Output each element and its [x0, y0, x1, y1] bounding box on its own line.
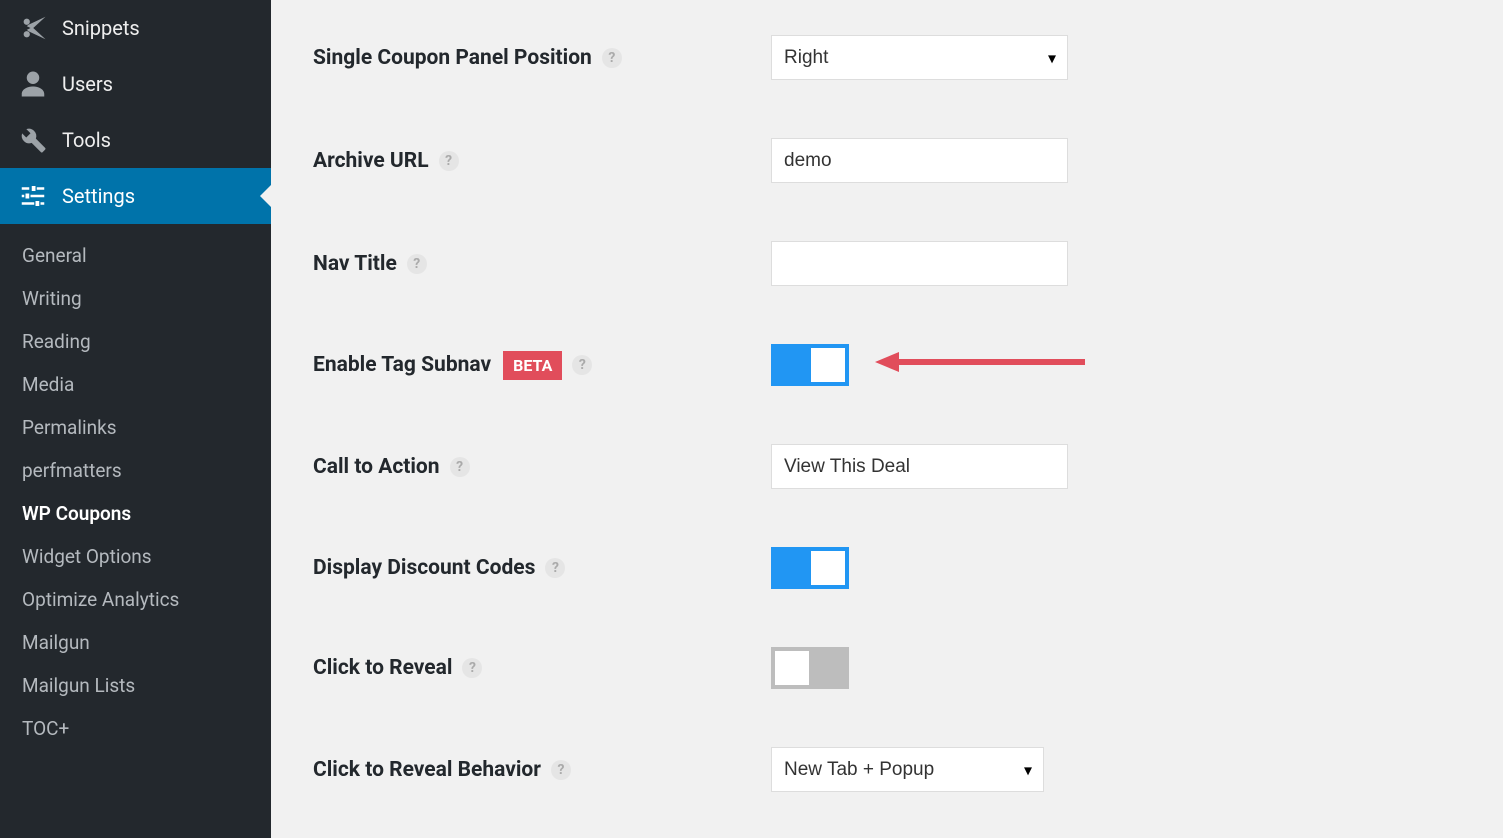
- sub-item-wp-coupons[interactable]: WP Coupons: [0, 492, 271, 535]
- wrench-icon: [18, 125, 48, 155]
- settings-form: Single Coupon Panel Position ? Right Arc…: [271, 0, 1503, 838]
- help-icon[interactable]: ?: [545, 558, 565, 578]
- label-click-to-reveal-behavior: Click to Reveal Behavior ?: [313, 758, 771, 782]
- label-text: Enable Tag Subnav: [313, 353, 491, 377]
- sub-item-mailgun[interactable]: Mailgun: [0, 621, 271, 664]
- beta-badge: BETA: [503, 351, 562, 380]
- sub-item-mailgun-lists[interactable]: Mailgun Lists: [0, 664, 271, 707]
- sub-item-widget-options[interactable]: Widget Options: [0, 535, 271, 578]
- toggle-click-to-reveal[interactable]: [771, 647, 849, 689]
- sub-item-writing[interactable]: Writing: [0, 277, 271, 320]
- input-archive-url[interactable]: [771, 138, 1068, 183]
- label-display-discount-codes: Display Discount Codes ?: [313, 556, 771, 580]
- label-text: Nav Title: [313, 252, 397, 276]
- toggle-enable-tag-subnav[interactable]: [771, 344, 849, 386]
- sub-item-perfmatters[interactable]: perfmatters: [0, 449, 271, 492]
- nav-settings[interactable]: Settings: [0, 168, 271, 224]
- scissors-icon: [18, 13, 48, 43]
- sliders-icon: [18, 181, 48, 211]
- nav-item-label: Tools: [62, 128, 111, 152]
- select-coupon-panel-position[interactable]: Right: [771, 35, 1068, 80]
- label-text: Click to Reveal: [313, 656, 452, 680]
- nav-item-label: Snippets: [62, 16, 140, 40]
- nav-snippets[interactable]: Snippets: [0, 0, 271, 56]
- help-icon[interactable]: ?: [572, 355, 592, 375]
- nav-item-label: Settings: [62, 184, 135, 208]
- input-call-to-action[interactable]: [771, 444, 1068, 489]
- sub-item-media[interactable]: Media: [0, 363, 271, 406]
- help-icon[interactable]: ?: [450, 457, 470, 477]
- sub-item-permalinks[interactable]: Permalinks: [0, 406, 271, 449]
- label-enable-tag-subnav: Enable Tag Subnav BETA ?: [313, 351, 771, 380]
- nav-tools[interactable]: Tools: [0, 112, 271, 168]
- help-icon[interactable]: ?: [407, 254, 427, 274]
- label-archive-url: Archive URL ?: [313, 149, 771, 173]
- settings-submenu: General Writing Reading Media Permalinks…: [0, 224, 271, 770]
- admin-sidebar: Snippets Users Tools Settings General Wr…: [0, 0, 271, 838]
- nav-users[interactable]: Users: [0, 56, 271, 112]
- sub-item-general[interactable]: General: [0, 234, 271, 277]
- user-icon: [18, 69, 48, 99]
- sub-item-optimize-analytics[interactable]: Optimize Analytics: [0, 578, 271, 621]
- sub-item-reading[interactable]: Reading: [0, 320, 271, 363]
- help-icon[interactable]: ?: [462, 658, 482, 678]
- input-nav-title[interactable]: [771, 241, 1068, 286]
- select-click-to-reveal-behavior[interactable]: New Tab + Popup: [771, 747, 1044, 792]
- label-text: Call to Action: [313, 455, 440, 479]
- help-icon[interactable]: ?: [602, 48, 622, 68]
- help-icon[interactable]: ?: [439, 151, 459, 171]
- label-coupon-panel-position: Single Coupon Panel Position ?: [313, 46, 771, 70]
- label-text: Single Coupon Panel Position: [313, 46, 592, 70]
- label-nav-title: Nav Title ?: [313, 252, 771, 276]
- sub-item-toc[interactable]: TOC+: [0, 707, 271, 750]
- help-icon[interactable]: ?: [551, 760, 571, 780]
- nav-item-label: Users: [62, 72, 113, 96]
- label-call-to-action: Call to Action ?: [313, 455, 771, 479]
- toggle-display-discount-codes[interactable]: [771, 547, 849, 589]
- label-click-to-reveal: Click to Reveal ?: [313, 656, 771, 680]
- label-text: Display Discount Codes: [313, 556, 535, 580]
- label-text: Archive URL: [313, 149, 429, 173]
- label-text: Click to Reveal Behavior: [313, 758, 541, 782]
